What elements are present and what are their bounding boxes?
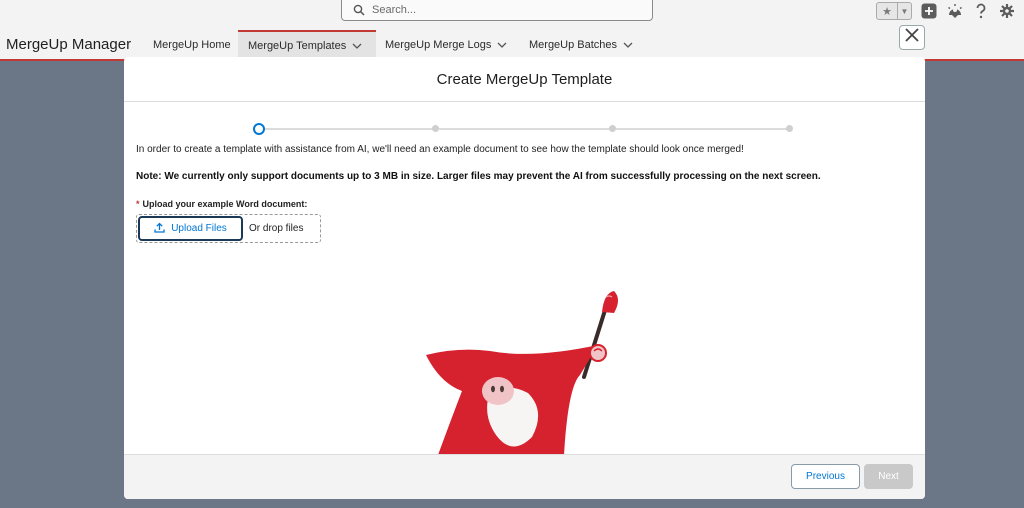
gear-icon[interactable] [998, 2, 1016, 20]
add-icon[interactable] [920, 2, 938, 20]
star-icon[interactable]: ★ [877, 3, 898, 19]
tab-label: MergeUp Templates [248, 39, 347, 52]
create-template-modal: Create MergeUp Template In order to crea… [124, 57, 925, 499]
intro-text: In order to create a template with assis… [136, 144, 744, 155]
chevron-down-icon[interactable] [623, 40, 633, 50]
progress-step[interactable] [609, 125, 616, 132]
tab-mergeup-templates[interactable]: MergeUp Templates [238, 30, 376, 59]
file-drop-zone[interactable]: Upload Files Or drop files [136, 214, 321, 243]
help-icon[interactable] [972, 2, 990, 20]
tab-mergeup-merge-logs[interactable]: MergeUp Merge Logs [385, 30, 507, 59]
upload-field-label: * Upload your example Word document: [136, 199, 307, 209]
favorites-button[interactable]: ★ ▼ [876, 2, 912, 20]
app-name: MergeUp Manager [6, 36, 132, 53]
next-button[interactable]: Next [864, 464, 913, 489]
search-placeholder: Search... [372, 4, 417, 16]
setup-assistant-icon[interactable] [946, 2, 964, 20]
search-icon [353, 3, 365, 21]
chevron-down-icon[interactable] [352, 41, 362, 51]
progress-step[interactable] [786, 125, 793, 132]
previous-button[interactable]: Previous [791, 464, 860, 489]
chevron-down-icon[interactable] [497, 40, 507, 50]
progress-step-current[interactable] [253, 123, 265, 135]
progress-line [261, 128, 433, 130]
drop-files-text: Or drop files [249, 223, 304, 234]
progress-line [439, 128, 610, 130]
progress-indicator [124, 123, 925, 135]
close-icon[interactable] [905, 28, 919, 47]
tab-mergeup-home[interactable]: MergeUp Home [153, 30, 231, 59]
upload-files-button[interactable]: Upload Files [138, 216, 243, 241]
mascot-illustration [418, 287, 628, 460]
upload-files-label: Upload Files [171, 223, 227, 234]
size-note: Note: We currently only support document… [136, 171, 821, 182]
global-actions: ★ ▼ [876, 2, 1016, 20]
global-header: Search... ★ ▼ [0, 0, 1024, 30]
tab-label: MergeUp Home [153, 38, 231, 51]
tab-mergeup-batches[interactable]: MergeUp Batches [529, 30, 633, 59]
modal-close-button[interactable] [899, 25, 925, 50]
progress-line [616, 128, 787, 130]
tab-label: MergeUp Batches [529, 38, 618, 51]
progress-step[interactable] [432, 125, 439, 132]
upload-label-text: Upload your example Word document: [142, 199, 308, 209]
chevron-down-icon[interactable]: ▼ [898, 3, 911, 19]
required-indicator: * [136, 199, 140, 209]
upload-icon [154, 222, 165, 236]
modal-header: Create MergeUp Template [124, 57, 925, 102]
modal-title: Create MergeUp Template [436, 70, 613, 88]
modal-footer: Previous Next [124, 454, 925, 499]
tab-label: MergeUp Merge Logs [385, 38, 492, 51]
global-search[interactable]: Search... [341, 0, 653, 21]
